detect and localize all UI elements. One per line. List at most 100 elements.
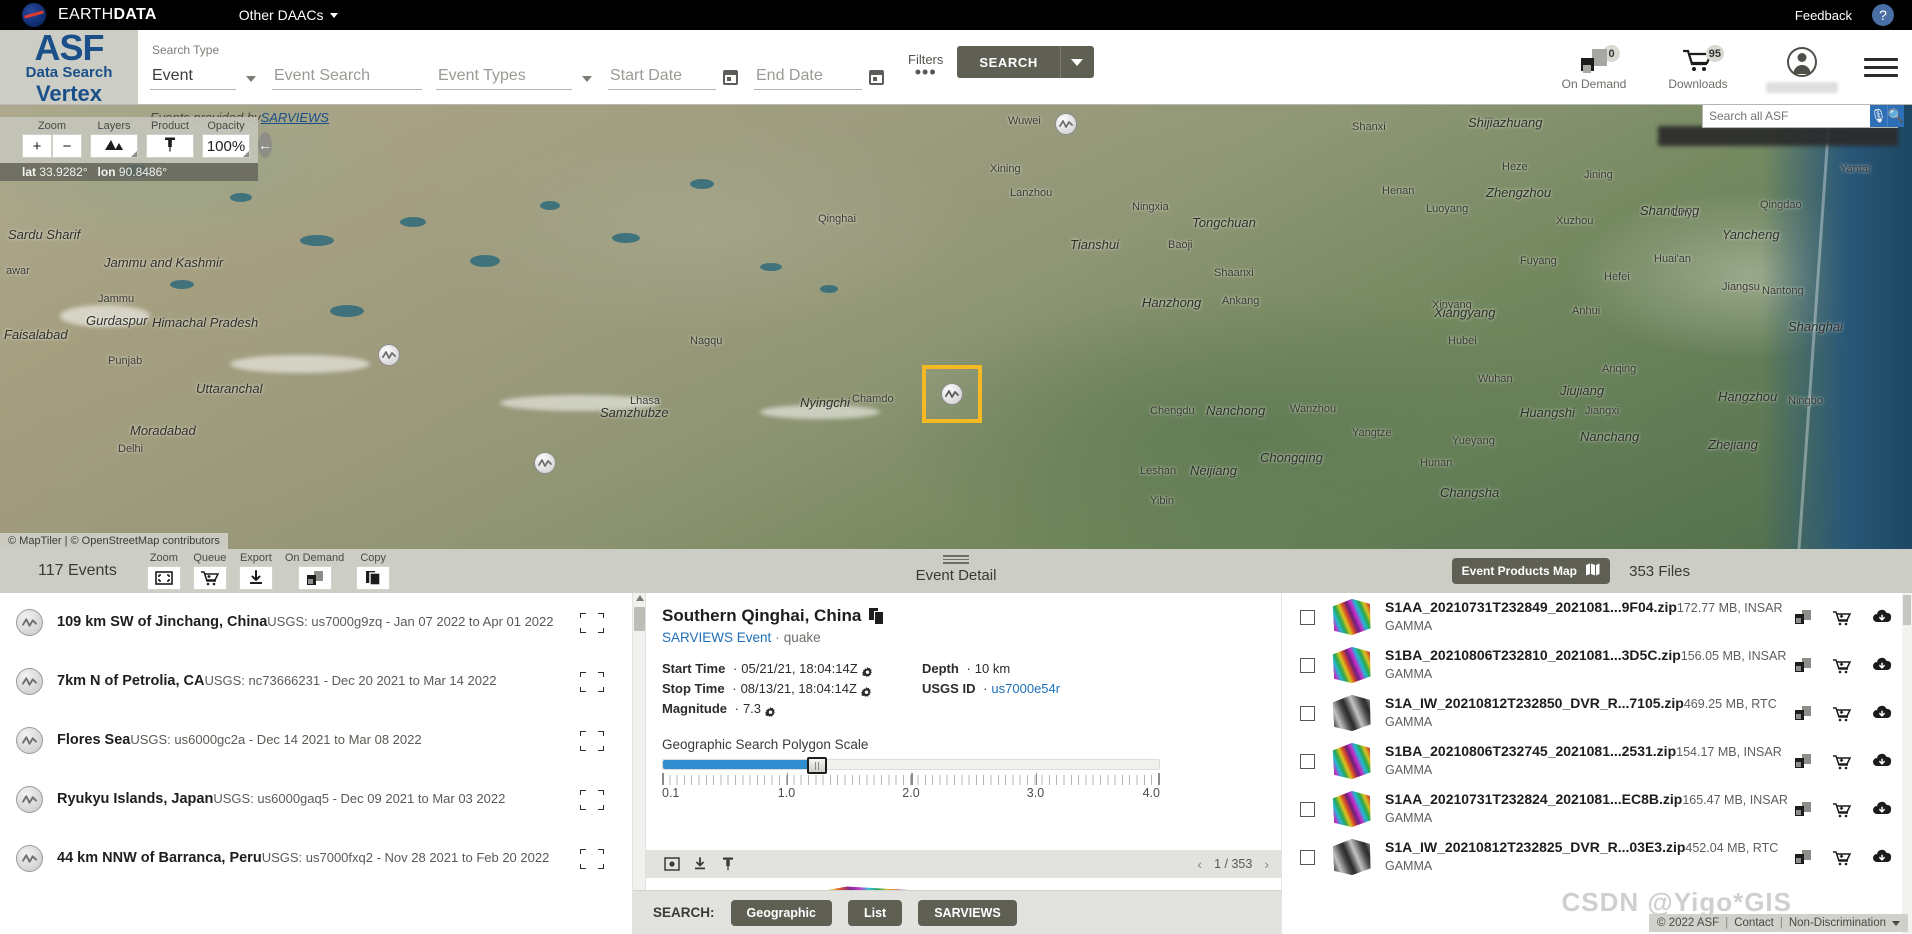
toolbar-export[interactable]: Export <box>238 552 273 590</box>
cart-add-icon[interactable] <box>1832 753 1852 770</box>
cloud-download-icon[interactable] <box>1872 753 1892 769</box>
start-date-field[interactable] <box>608 65 740 90</box>
cloud-download-icon[interactable] <box>1872 801 1892 817</box>
file-list-item[interactable]: S1AA_20210731T232849_2021081...9F04.zip1… <box>1282 593 1912 641</box>
event-products-map-button[interactable]: Event Products Map <box>1451 558 1610 584</box>
event-zoom-to-button[interactable] <box>579 670 605 693</box>
other-daacs-menu[interactable]: Other DAACs <box>239 7 338 23</box>
cloud-download-icon[interactable] <box>1872 705 1892 721</box>
zoom-extent-icon[interactable] <box>146 566 181 590</box>
feedback-link[interactable]: Feedback <box>1795 8 1852 23</box>
file-list-item[interactable]: S1A_IW_20210812T232850_DVR_R...7105.zip4… <box>1282 689 1912 737</box>
gear-icon[interactable] <box>861 664 873 677</box>
sarviews-event-link[interactable]: SARVIEWS Event <box>662 630 771 645</box>
file-select-checkbox[interactable] <box>1300 657 1315 673</box>
pager-prev-button[interactable]: ‹ <box>1197 856 1202 872</box>
end-date-input[interactable] <box>754 65 862 90</box>
map-product-button[interactable] <box>146 134 194 158</box>
footer-contact-link[interactable]: Contact <box>1734 917 1774 929</box>
event-zoom-to-button[interactable] <box>579 788 605 811</box>
detail-scrollbar[interactable] <box>633 593 646 934</box>
slider-track[interactable] <box>662 757 1160 775</box>
gear-icon-stop[interactable] <box>861 684 872 697</box>
microphone-icon[interactable]: 🎙 <box>1870 105 1887 127</box>
scroll-up-icon[interactable] <box>636 595 644 601</box>
event-zoom-to-button[interactable] <box>579 729 605 752</box>
events-list[interactable]: 109 km SW of Jinchang, ChinaUSGS: us7000… <box>0 593 633 934</box>
event-search-input[interactable] <box>272 65 422 90</box>
files-scrollbar-thumb[interactable] <box>1903 595 1911 625</box>
usgs-id-link[interactable]: us7000e54r <box>991 679 1060 699</box>
polygon-scale-slider[interactable]: 0.1 1.0 2.0 3.0 4.0 <box>662 757 1160 802</box>
search-type-input[interactable] <box>150 65 236 90</box>
copy-icon[interactable] <box>356 566 391 590</box>
toolbar-copy[interactable]: Copy <box>356 552 391 590</box>
event-list-item[interactable]: Flores SeaUSGS: us6000gc2a - Dec 14 2021… <box>0 711 632 770</box>
site-search-input[interactable] <box>1703 105 1870 127</box>
cart-add-icon[interactable] <box>1832 801 1852 818</box>
map-collapse-left-icon[interactable]: ← <box>258 132 272 158</box>
download-icon[interactable] <box>238 566 273 590</box>
event-search-field[interactable] <box>272 65 422 90</box>
file-list-item[interactable]: S1AA_20210731T232824_2021081...EC8B.zip1… <box>1282 785 1912 833</box>
files-list[interactable]: S1AA_20210731T232849_2021081...9F04.zip1… <box>1281 593 1912 934</box>
cloud-download-icon[interactable] <box>1872 609 1892 625</box>
cloud-download-icon[interactable] <box>1872 849 1892 865</box>
map-event-marker[interactable] <box>534 452 556 474</box>
file-select-checkbox[interactable] <box>1300 753 1315 769</box>
on-demand-icon[interactable] <box>1794 801 1812 817</box>
map-attribution[interactable]: © MapTiler | © OpenStreetMap contributor… <box>0 533 228 549</box>
event-list-item[interactable]: 109 km SW of Jinchang, ChinaUSGS: us7000… <box>0 593 632 652</box>
cart-add-icon[interactable] <box>192 566 227 590</box>
panel-resize-handle[interactable] <box>943 555 969 566</box>
filters-button[interactable]: Filters ••• <box>908 52 943 90</box>
toolbar-on-demand[interactable]: On Demand <box>285 552 344 590</box>
search-mode-sarviews[interactable]: SARVIEWS <box>918 899 1017 926</box>
cart-add-icon[interactable] <box>1832 657 1852 674</box>
search-mode-list[interactable]: List <box>847 899 903 926</box>
map-layers-button[interactable] <box>90 134 138 158</box>
search-icon[interactable]: 🔍 <box>1886 105 1904 127</box>
copy-icon[interactable] <box>869 608 884 624</box>
pager-next-button[interactable]: › <box>1264 856 1269 872</box>
search-type-field[interactable]: Search Type <box>150 43 258 90</box>
file-select-checkbox[interactable] <box>1300 705 1315 721</box>
search-options-chevron-down-icon[interactable] <box>1059 46 1094 78</box>
on-demand-icon[interactable] <box>1794 849 1812 865</box>
event-list-item[interactable]: Ryukyu Islands, JapanUSGS: us6000gaq5 - … <box>0 770 632 829</box>
pin-icon[interactable] <box>714 857 742 871</box>
file-list-item[interactable]: S1A_IW_20210812T232825_DVR_R...03E3.zip4… <box>1282 833 1912 881</box>
cloud-download-icon[interactable] <box>1872 657 1892 673</box>
calendar-icon-end[interactable] <box>869 70 884 85</box>
toolbar-zoom-to-events[interactable]: Zoom <box>146 552 181 590</box>
search-mode-geographic[interactable]: Geographic <box>730 899 832 926</box>
map-opacity-button[interactable]: 100% <box>202 134 250 158</box>
map-event-marker[interactable] <box>378 344 400 366</box>
user-account-button[interactable] <box>1750 41 1854 93</box>
on-demand-icon[interactable] <box>297 566 332 590</box>
file-list-item[interactable]: S1BA_20210806T232810_2021081...3D5C.zip1… <box>1282 641 1912 689</box>
asf-vertex-logo[interactable]: ASF Data Search Vertex <box>0 30 138 105</box>
slider-thumb[interactable] <box>806 757 827 775</box>
event-zoom-to-button[interactable] <box>579 611 605 634</box>
on-demand-icon[interactable] <box>1794 753 1812 769</box>
event-list-item[interactable]: 44 km NNW of Barranca, PeruUSGS: us7000f… <box>0 829 632 888</box>
calendar-icon[interactable] <box>723 70 738 85</box>
files-scrollbar[interactable] <box>1902 593 1912 934</box>
map-zoom-out-button[interactable]: − <box>52 134 82 158</box>
map-canvas[interactable]: Sardu Sharif awar Jammu and Kashmir Jammu Gu… <box>0 105 1912 549</box>
footer-chevron-down-icon[interactable] <box>1892 920 1900 926</box>
file-list-item[interactable]: S1BA_20210806T232745_2021081...2531.zip1… <box>1282 737 1912 785</box>
event-list-item[interactable]: 7km N of Petrolia, CAUSGS: nc73666231 - … <box>0 652 632 711</box>
on-demand-icon[interactable] <box>1794 609 1812 625</box>
on-demand-icon[interactable] <box>1794 657 1812 673</box>
detail-scrollbar-thumb[interactable] <box>634 607 645 631</box>
download-icon[interactable] <box>686 857 714 871</box>
event-zoom-to-button[interactable] <box>579 847 605 870</box>
file-select-checkbox[interactable] <box>1300 801 1315 817</box>
sarviews-link[interactable]: SARVIEWS <box>261 110 329 125</box>
search-button[interactable]: SEARCH <box>957 46 1060 78</box>
browse-image-icon[interactable] <box>658 857 686 871</box>
gear-icon-magnitude[interactable] <box>765 704 776 717</box>
map-event-marker[interactable] <box>1055 113 1077 135</box>
